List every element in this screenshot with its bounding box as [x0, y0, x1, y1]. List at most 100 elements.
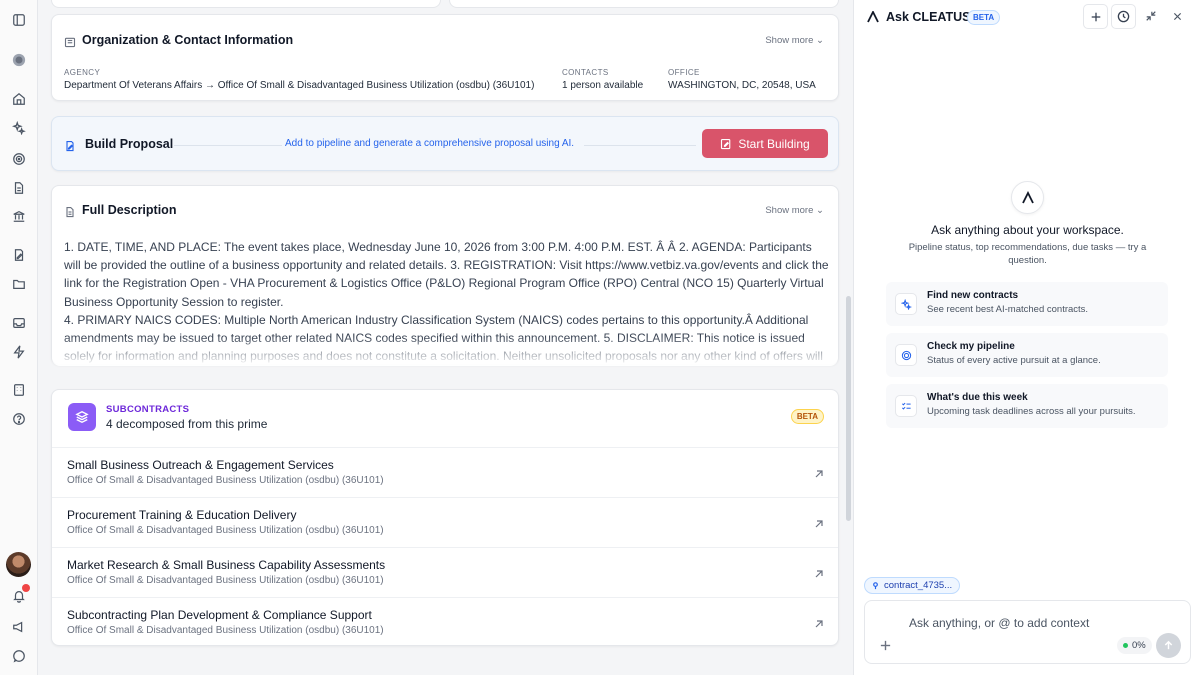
checklist-icon [895, 395, 917, 417]
context-chip[interactable]: contract_4735... [864, 577, 961, 594]
bank-icon[interactable] [11, 208, 27, 224]
external-link-icon[interactable] [814, 616, 824, 628]
suggestion-title: What's due this week [927, 392, 1028, 403]
send-button[interactable] [1156, 633, 1181, 658]
help-icon[interactable] [11, 411, 27, 427]
divider [174, 145, 282, 146]
subcontract-row[interactable]: Small Business Outreach & Engagement Ser… [52, 447, 838, 497]
chat-input[interactable] [909, 616, 1109, 630]
divider [584, 145, 696, 146]
previous-card-left [51, 0, 441, 8]
sparkle-icon[interactable] [11, 120, 27, 136]
new-chat-button[interactable] [1083, 4, 1108, 29]
subcontract-row[interactable]: Procurement Training & Education Deliver… [52, 497, 838, 547]
subcontract-title: Market Research & Small Business Capabil… [67, 558, 386, 572]
panel-title: Ask CLEATUS [886, 10, 971, 24]
folder-icon[interactable] [11, 276, 27, 292]
card-title: Full Description [82, 203, 177, 217]
target-icon[interactable] [11, 151, 27, 167]
notification-dot [22, 584, 30, 592]
collapse-icon[interactable] [1144, 9, 1158, 23]
card-title: Build Proposal [85, 137, 174, 151]
suggestion-title: Find new contracts [927, 290, 1019, 301]
cleatus-logo-icon [1011, 181, 1044, 214]
description-paragraph: 1. DATE, TIME, AND PLACE: The event take… [64, 240, 829, 309]
external-link-icon[interactable] [814, 466, 824, 478]
agency-value: Department Of Veterans Affairs → Office … [64, 80, 535, 91]
building-icon [64, 35, 76, 48]
user-avatar[interactable] [6, 552, 31, 577]
sparkle-icon [895, 293, 917, 315]
main-content: Organization & Contact Information Show … [38, 0, 853, 675]
megaphone-icon[interactable] [11, 619, 27, 635]
lightning-icon[interactable] [11, 344, 27, 360]
hero-subtitle: Pipeline status, top recommendations, du… [908, 242, 1147, 266]
full-description-card: Full Description Show more ⌄ 1. DATE, TI… [51, 185, 839, 366]
suggestion-subtitle: Status of every active pursuit at a glan… [927, 355, 1101, 366]
card-title: Organization & Contact Information [82, 33, 294, 47]
workspace-logo-icon[interactable] [11, 52, 27, 68]
suggestion-title: Check my pipeline [927, 341, 1015, 352]
ask-cleatus-panel: Ask CLEATUS BETA Ask anything about your… [853, 0, 1200, 675]
clock-icon [1117, 10, 1130, 23]
suggestion-check-pipeline[interactable]: Check my pipeline Status of every active… [886, 333, 1168, 377]
chat-composer: 0% [864, 600, 1191, 664]
main-scrollbar[interactable] [846, 296, 851, 521]
document-icon[interactable] [11, 180, 27, 196]
history-button[interactable] [1111, 4, 1136, 29]
cleatus-logo-icon [867, 9, 879, 23]
usage-value: 0% [1132, 640, 1146, 651]
subcontracts-label: SUBCONTRACTS [106, 404, 190, 415]
document-icon [64, 205, 76, 218]
subcontract-agency: Office Of Small & Disadvantaged Business… [67, 575, 384, 586]
layers-icon [68, 403, 96, 431]
proposal-description-link[interactable]: Add to pipeline and generate a comprehen… [285, 138, 574, 149]
organization-contact-card: Organization & Contact Information Show … [51, 14, 839, 101]
contacts-label: CONTACTS [562, 68, 609, 77]
office-value: WASHINGTON, DC, 20548, USA [668, 80, 816, 91]
beta-badge: BETA [967, 10, 1001, 25]
edit-document-icon[interactable] [11, 247, 27, 263]
start-building-label: Start Building [738, 136, 810, 151]
plus-icon [1091, 12, 1100, 21]
sidebar-toggle-icon[interactable] [11, 12, 27, 28]
pin-icon [873, 582, 878, 590]
chat-icon[interactable] [11, 648, 27, 664]
hero-title: Ask anything about your workspace. [931, 223, 1124, 237]
subcontract-title: Procurement Training & Education Deliver… [67, 508, 297, 522]
show-more-link[interactable]: Show more ⌄ [765, 35, 824, 46]
subcontract-agency: Office Of Small & Disadvantaged Business… [67, 525, 384, 536]
edit-document-icon [64, 139, 76, 152]
subcontract-title: Subcontracting Plan Development & Compli… [67, 608, 372, 622]
beta-badge: BETA [790, 409, 824, 424]
left-icon-rail [0, 0, 38, 675]
previous-card-right [449, 0, 839, 8]
arrow-up-icon [1164, 640, 1173, 650]
subcontract-row[interactable]: Subcontracting Plan Development & Compli… [52, 597, 838, 647]
close-icon[interactable] [1170, 9, 1184, 23]
inbox-icon[interactable] [11, 315, 27, 331]
contacts-value[interactable]: 1 person available [562, 80, 643, 91]
office-label: OFFICE [668, 68, 700, 77]
start-building-button[interactable]: Start Building [702, 129, 828, 158]
suggestion-whats-due[interactable]: What's due this week Upcoming task deadl… [886, 384, 1168, 428]
add-attachment-icon[interactable] [879, 639, 893, 653]
subcontracts-card: SUBCONTRACTS 4 decomposed from this prim… [51, 389, 839, 646]
subcontract-row[interactable]: Market Research & Small Business Capabil… [52, 547, 838, 597]
subcontract-agency: Office Of Small & Disadvantaged Business… [67, 475, 384, 486]
external-link-icon[interactable] [814, 566, 824, 578]
home-icon[interactable] [11, 91, 27, 107]
context-chip-label: contract_4735... [884, 580, 953, 591]
target-icon [895, 344, 917, 366]
usage-indicator[interactable]: 0% [1117, 637, 1152, 654]
status-dot [1123, 643, 1128, 648]
text-fade-overlay [52, 336, 838, 366]
suggestion-subtitle: See recent best AI-matched contracts. [927, 304, 1089, 315]
build-proposal-card: Build Proposal Add to pipeline and gener… [51, 116, 839, 171]
edit-icon [721, 138, 731, 149]
suggestion-find-new-contracts[interactable]: Find new contracts See recent best AI-ma… [886, 282, 1168, 326]
suggestion-subtitle: Upcoming task deadlines across all your … [927, 406, 1136, 417]
show-more-link[interactable]: Show more ⌄ [765, 205, 824, 216]
building-icon[interactable] [11, 382, 27, 398]
external-link-icon[interactable] [814, 516, 824, 528]
